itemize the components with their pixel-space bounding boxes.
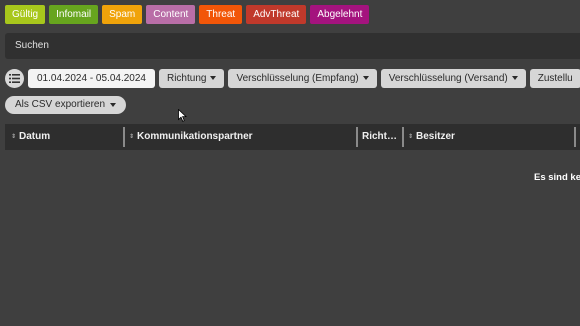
column-header-label: Kommunikationspartner (137, 131, 253, 142)
column-resizer[interactable] (402, 127, 404, 147)
tag-infomail[interactable]: Infomail (49, 5, 99, 24)
empty-table-message: Es sind kei (534, 172, 580, 183)
column-resizer[interactable] (123, 127, 125, 147)
search-label: Suchen (15, 40, 49, 51)
column-header-label: Datum (19, 131, 51, 142)
direction-dropdown[interactable]: Richtung (158, 68, 225, 88)
encryption-send-dropdown[interactable]: Verschlüsselung (Versand) (380, 68, 526, 88)
caret-down-icon (362, 76, 369, 80)
mouse-pointer-icon (178, 109, 187, 122)
search-bar[interactable]: Suchen (5, 33, 580, 59)
direction-label: Richtung (166, 72, 207, 84)
sort-icon: ⇕ (129, 134, 135, 140)
delivery-dropdown[interactable]: Zustellu (529, 68, 580, 88)
tag-advthreat[interactable]: AdvThreat (246, 5, 307, 24)
date-range-value: 01.04.2024 - 05.04.2024 (37, 72, 146, 84)
column-header-label: Besitzer (416, 131, 455, 142)
sort-icon: ⇕ (11, 134, 17, 140)
filter-bar: 01.04.2024 - 05.04.2024 Richtung Verschl… (5, 68, 580, 88)
tag-abgelehnt[interactable]: Abgelehnt (310, 5, 370, 24)
tag-spam[interactable]: Spam (102, 5, 143, 24)
delivery-label: Zustellu (537, 72, 573, 84)
column-resizer[interactable] (356, 127, 358, 147)
encryption-receive-label: Verschlüsselung (Empfang) (236, 72, 359, 84)
column-header-direction[interactable]: Richt… (362, 124, 397, 150)
caret-down-icon (110, 103, 117, 107)
caret-down-icon (210, 76, 217, 80)
tag-content[interactable]: Content (146, 5, 196, 24)
column-resizer[interactable] (574, 127, 576, 147)
encryption-send-label: Verschlüsselung (Versand) (388, 72, 508, 84)
column-header-owner[interactable]: ⇕ Besitzer (408, 124, 455, 150)
tag-threat[interactable]: Threat (199, 5, 243, 24)
export-csv-button[interactable]: Als CSV exportieren (5, 96, 127, 114)
encryption-receive-dropdown[interactable]: Verschlüsselung (Empfang) (228, 68, 377, 88)
tag-gueltig[interactable]: Gültig (5, 5, 46, 24)
caret-down-icon (511, 76, 518, 80)
list-icon (9, 73, 20, 83)
status-tag-bar: Gültig Infomail Spam Content Threat AdvT… (5, 5, 370, 25)
table-header: ⇕ Datum ⇕ Kommunikationspartner Richt… ⇕… (5, 124, 580, 150)
export-csv-label: Als CSV exportieren (15, 99, 106, 110)
date-range-picker[interactable]: 01.04.2024 - 05.04.2024 (28, 68, 155, 88)
sort-icon: ⇕ (408, 134, 414, 140)
column-header-label: Richt… (362, 131, 397, 142)
list-toggle-button[interactable] (5, 68, 24, 88)
column-header-date[interactable]: ⇕ Datum (11, 124, 50, 150)
column-header-partner[interactable]: ⇕ Kommunikationspartner (129, 124, 253, 150)
